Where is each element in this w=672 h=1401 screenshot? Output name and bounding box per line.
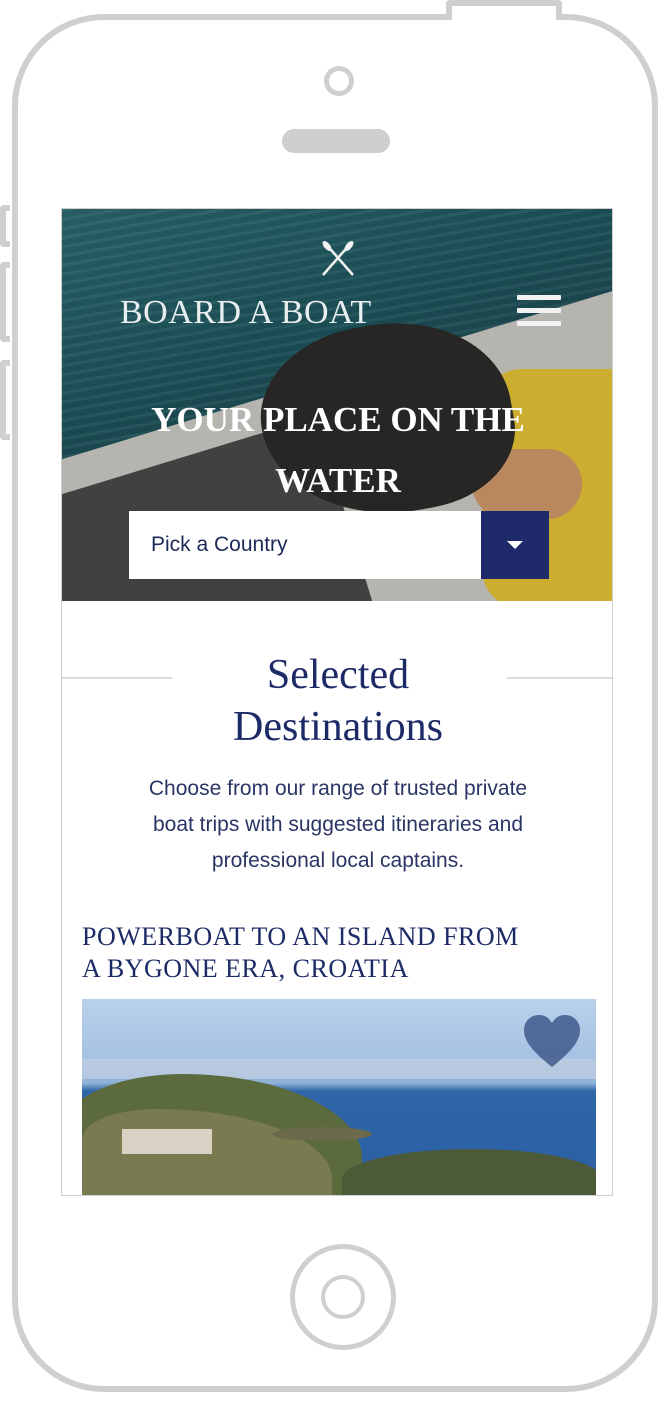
country-select-label: Pick a Country bbox=[151, 533, 288, 556]
volume-down-button bbox=[0, 360, 10, 440]
speaker-grille bbox=[282, 129, 390, 153]
brand-name: BOARD A BOAT bbox=[120, 294, 372, 331]
trip-card-image[interactable] bbox=[82, 999, 596, 1195]
trip-card-title-line1: POWERBOAT TO AN ISLAND FROM bbox=[82, 922, 519, 951]
hero-headline-line1: YOUR PLACE ON THE bbox=[151, 400, 525, 439]
section-title-line2: Destinations bbox=[233, 704, 443, 750]
trip-card-title[interactable]: POWERBOAT TO AN ISLAND FROM A BYGONE ERA… bbox=[82, 921, 592, 985]
section-title-line1: Selected bbox=[266, 652, 410, 698]
menu-button[interactable] bbox=[517, 295, 561, 331]
home-button-ring bbox=[321, 1275, 365, 1319]
mute-switch bbox=[0, 205, 10, 247]
hero-banner: BOARD A BOAT YOUR PLACE ON THE WATER Pic… bbox=[62, 209, 612, 601]
section-description-line1: Choose from our range of trusted private bbox=[148, 777, 528, 800]
country-select-toggle[interactable] bbox=[481, 511, 549, 579]
image-houses bbox=[122, 1129, 212, 1154]
camera-icon bbox=[324, 66, 354, 96]
country-select[interactable]: Pick a Country bbox=[129, 511, 549, 579]
trip-card-title-line2: A BYGONE ERA, CROATIA bbox=[82, 954, 409, 983]
image-town bbox=[342, 1149, 596, 1195]
chevron-down-icon bbox=[507, 541, 523, 549]
home-button[interactable] bbox=[290, 1244, 396, 1350]
image-islet bbox=[272, 1127, 372, 1141]
hamburger-icon bbox=[517, 295, 561, 326]
crossed-oars-icon bbox=[322, 241, 354, 276]
power-button bbox=[446, 0, 562, 20]
volume-up-button bbox=[0, 262, 10, 342]
section-title: Selected Destinations bbox=[102, 649, 574, 753]
section-description: Choose from our range of trusted private… bbox=[92, 771, 584, 879]
logo[interactable] bbox=[62, 239, 612, 279]
hero-headline-line2: WATER bbox=[275, 461, 401, 500]
section-description-line2: boat trips with suggested itineraries an… bbox=[152, 813, 524, 836]
hero-headline: YOUR PLACE ON THE WATER bbox=[102, 389, 574, 511]
section-description-line3: professional local captains. bbox=[211, 849, 465, 872]
phone-screen: BOARD A BOAT YOUR PLACE ON THE WATER Pic… bbox=[61, 208, 613, 1196]
heart-icon[interactable] bbox=[522, 1013, 582, 1069]
